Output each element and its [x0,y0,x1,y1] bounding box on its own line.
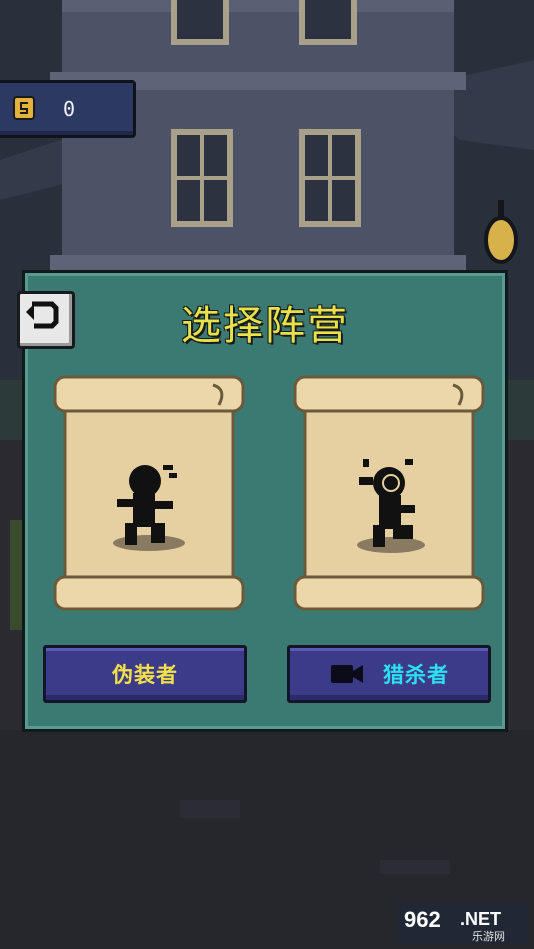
watermark-suffix: .NET [460,909,501,929]
scroll-hunter[interactable] [293,373,485,613]
hunter-button[interactable]: 猎杀者 [287,645,491,703]
disguiser-button[interactable]: 伪装者 [43,645,247,703]
disguiser-label: 伪装者 [112,663,178,687]
video-camera-icon [331,665,363,683]
hunter-label: 猎杀者 [383,663,449,687]
coin-count: 0 [63,97,76,121]
dialog-title: 选择阵营 [181,303,349,349]
faction-dialog: 选择阵营 伪装者 猎杀者 [17,270,508,732]
coin-counter: 0 [0,80,136,138]
scroll-disguiser[interactable] [53,373,245,613]
coin-icon [13,96,35,120]
watermark-number: 962 [404,907,441,932]
watermark-sub: 乐游网 [472,930,505,943]
site-watermark: 962 .NET 乐游网 [398,903,528,943]
